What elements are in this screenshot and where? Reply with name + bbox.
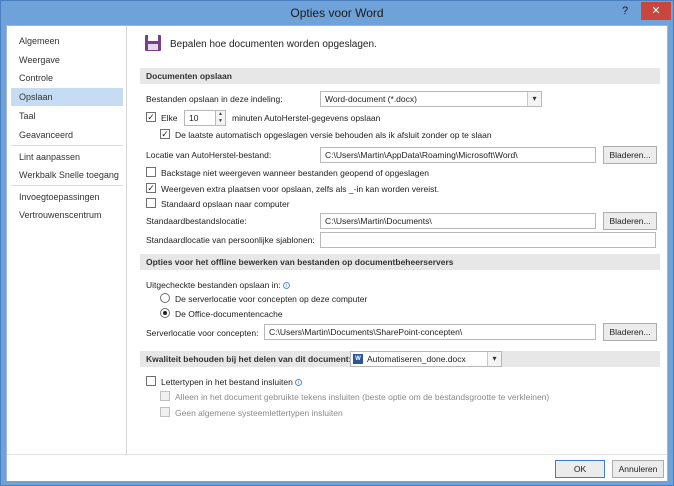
no-common-fonts-label: Geen algemene systeemlettertypen insluit… bbox=[175, 408, 343, 418]
sidebar-divider bbox=[11, 185, 123, 186]
save-icon bbox=[145, 35, 161, 51]
cancel-button[interactable]: Annuleren bbox=[612, 460, 664, 478]
info-icon: i bbox=[282, 282, 290, 289]
extra-places-label: Weergeven extra plaatsen voor opslaan, z… bbox=[161, 184, 440, 194]
section-offline-editing: Opties voor het offline bewerken van bes… bbox=[140, 254, 660, 270]
radio-selected-dot bbox=[163, 311, 167, 315]
extra-places-checkbox[interactable]: ✓ bbox=[146, 183, 156, 193]
page-heading: Bepalen hoe documenten worden opgeslagen… bbox=[170, 39, 377, 50]
server-location-input[interactable]: C:\Users\Martin\Documents\SharePoint-con… bbox=[264, 324, 596, 340]
format-select[interactable]: Word-document (*.docx) ▾ bbox=[320, 91, 542, 107]
autosave-suffix-label: minuten AutoHerstel-gegevens opslaan bbox=[232, 113, 381, 123]
embed-fonts-label: Lettertypen in het bestand insluiten i bbox=[161, 377, 302, 387]
default-local-checkbox[interactable] bbox=[146, 198, 156, 208]
sidebar-item-controle[interactable]: Controle bbox=[11, 69, 123, 87]
server-location-label: Serverlocatie voor concepten: bbox=[146, 328, 259, 338]
save-options-panel: Bepalen hoe documenten worden opgeslagen… bbox=[128, 26, 667, 454]
autorecover-location-label: Locatie van AutoHerstel-bestand: bbox=[146, 150, 272, 160]
sidebar-item-vertrouwenscentrum[interactable]: Vertrouwenscentrum bbox=[11, 206, 123, 224]
ok-button[interactable]: OK bbox=[555, 460, 605, 478]
title-bar: Opties voor Word ? ✕ bbox=[1, 1, 673, 25]
word-document-icon: W bbox=[353, 354, 363, 364]
help-button[interactable]: ? bbox=[613, 2, 637, 20]
window-title: Opties voor Word bbox=[290, 6, 384, 20]
quality-section-title: Kwaliteit behouden bij het delen van dit… bbox=[146, 354, 352, 364]
format-select-value: Word-document (*.docx) bbox=[325, 94, 417, 104]
sidebar-item-weergave[interactable]: Weergave bbox=[11, 51, 123, 69]
checkout-label-text: Uitgecheckte bestanden opslaan in: bbox=[146, 280, 281, 290]
backstage-checkbox[interactable] bbox=[146, 167, 156, 177]
minutes-spinner[interactable]: ▲ ▼ bbox=[216, 110, 226, 126]
only-used-chars-label: Alleen in het document gebruikte tekens … bbox=[175, 392, 550, 402]
options-dialog: Opties voor Word ? ✕ Algemeen Weergave C… bbox=[0, 0, 674, 486]
autosave-minutes-input[interactable]: 10 bbox=[184, 110, 216, 126]
only-used-chars-checkbox[interactable] bbox=[160, 391, 170, 401]
chevron-down-icon[interactable]: ▾ bbox=[527, 92, 541, 106]
checkout-label: Uitgecheckte bestanden opslaan in: i bbox=[146, 280, 290, 290]
sidebar-divider bbox=[11, 145, 123, 146]
sidebar-item-invoegtoepassingen[interactable]: Invoegtoepassingen bbox=[11, 188, 123, 206]
radio-server-location[interactable] bbox=[160, 293, 170, 303]
section-save-documents: Documenten opslaan bbox=[140, 68, 660, 84]
sidebar-item-lint-aanpassen[interactable]: Lint aanpassen bbox=[11, 148, 123, 166]
dialog-footer: OK Annuleren bbox=[7, 454, 667, 481]
sidebar-item-algemeen[interactable]: Algemeen bbox=[11, 32, 123, 50]
sidebar-item-taal[interactable]: Taal bbox=[11, 107, 123, 125]
sidebar-item-geavanceerd[interactable]: Geavanceerd bbox=[11, 126, 123, 144]
embed-fonts-label-text: Lettertypen in het bestand insluiten bbox=[161, 377, 293, 387]
sidebar: Algemeen Weergave Controle Opslaan Taal … bbox=[7, 26, 127, 454]
browse-server-button[interactable]: Bladeren... bbox=[603, 323, 657, 341]
templates-location-label: Standaardlocatie van persoonlijke sjablo… bbox=[146, 235, 315, 245]
radio-server-location-label: De serverlocatie voor concepten op deze … bbox=[175, 294, 368, 304]
embed-fonts-checkbox[interactable] bbox=[146, 376, 156, 386]
chevron-down-icon[interactable]: ▾ bbox=[487, 352, 501, 366]
browse-autorecover-button[interactable]: Bladeren... bbox=[603, 146, 657, 164]
autosave-every-label: Elke bbox=[161, 113, 178, 123]
autosave-checkbox[interactable]: ✓ bbox=[146, 112, 156, 122]
default-location-input[interactable]: C:\Users\Martin\Documents\ bbox=[320, 213, 596, 229]
quality-document-value: Automatiseren_done.docx bbox=[367, 354, 466, 364]
quality-document-select[interactable]: W Automatiseren_done.docx ▾ bbox=[350, 351, 502, 367]
backstage-label: Backstage niet weergeven wanneer bestand… bbox=[161, 168, 429, 178]
dialog-body: Algemeen Weergave Controle Opslaan Taal … bbox=[6, 25, 668, 481]
browse-default-button[interactable]: Bladeren... bbox=[603, 212, 657, 230]
radio-office-cache[interactable] bbox=[160, 308, 170, 318]
close-button[interactable]: ✕ bbox=[641, 2, 671, 20]
radio-office-cache-label: De Office-documentencache bbox=[175, 309, 283, 319]
info-icon: i bbox=[294, 379, 302, 386]
keep-last-checkbox[interactable]: ✓ bbox=[160, 129, 170, 139]
templates-location-input[interactable] bbox=[320, 232, 656, 248]
sidebar-item-werkbalk[interactable]: Werkbalk Snelle toegang bbox=[11, 166, 123, 184]
no-common-fonts-checkbox[interactable] bbox=[160, 407, 170, 417]
format-label: Bestanden opslaan in deze indeling: bbox=[146, 94, 283, 104]
sidebar-item-opslaan[interactable]: Opslaan bbox=[11, 88, 123, 106]
default-location-label: Standaardbestandslocatie: bbox=[146, 216, 247, 226]
autorecover-location-input[interactable]: C:\Users\Martin\AppData\Roaming\Microsof… bbox=[320, 147, 596, 163]
keep-last-label: De laatste automatisch opgeslagen versie… bbox=[175, 130, 492, 140]
default-local-label: Standaard opslaan naar computer bbox=[161, 199, 290, 209]
